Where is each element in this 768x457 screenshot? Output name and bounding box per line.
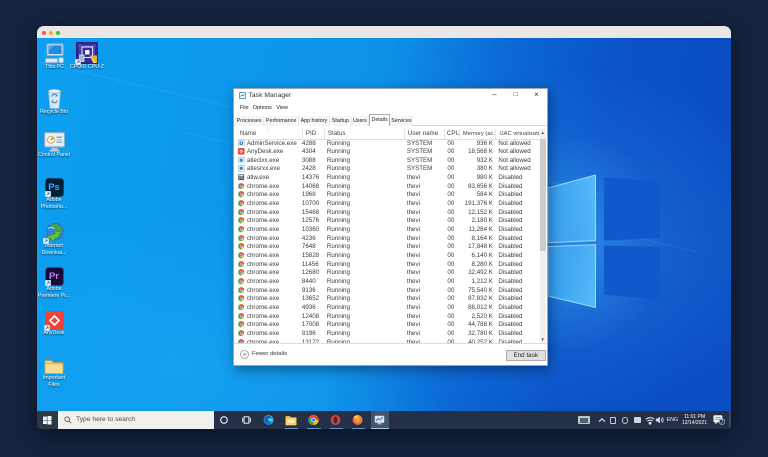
svg-text:7: 7	[721, 420, 724, 426]
